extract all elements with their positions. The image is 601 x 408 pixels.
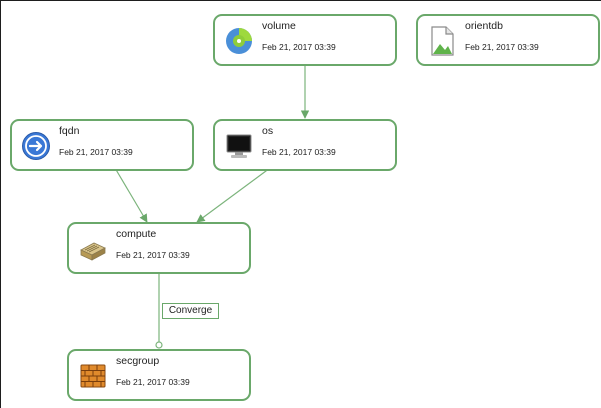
arrow-circle-icon bbox=[22, 132, 50, 160]
firewall-icon bbox=[80, 364, 106, 388]
node-date: Feb 21, 2017 03:39 bbox=[116, 250, 190, 260]
node-name: compute bbox=[116, 228, 157, 240]
document-image-icon bbox=[431, 26, 454, 56]
node-date: Feb 21, 2017 03:39 bbox=[59, 147, 133, 157]
node-date: Feb 21, 2017 03:39 bbox=[465, 42, 539, 52]
node-date: Feb 21, 2017 03:39 bbox=[262, 42, 336, 52]
edge-end-marker bbox=[155, 341, 163, 349]
node-date: Feb 21, 2017 03:39 bbox=[262, 147, 336, 157]
server-icon bbox=[80, 242, 106, 261]
edge-label-converge[interactable]: Converge bbox=[162, 303, 219, 319]
monitor-icon bbox=[226, 134, 252, 158]
node-os[interactable]: os Feb 21, 2017 03:39 bbox=[213, 119, 397, 171]
node-fqdn[interactable]: fqdn Feb 21, 2017 03:39 bbox=[10, 119, 194, 171]
node-volume[interactable]: volume Feb 21, 2017 03:39 bbox=[213, 14, 397, 66]
node-orientdb[interactable]: orientdb Feb 21, 2017 03:39 bbox=[416, 14, 600, 66]
node-name: fqdn bbox=[59, 125, 80, 137]
node-date: Feb 21, 2017 03:39 bbox=[116, 377, 190, 387]
node-name: orientdb bbox=[465, 20, 503, 32]
node-name: secgroup bbox=[116, 355, 160, 367]
edge-os-compute bbox=[196, 167, 271, 223]
node-name: os bbox=[262, 125, 274, 137]
edge-fqdn-compute bbox=[114, 167, 148, 223]
node-name: volume bbox=[262, 20, 296, 32]
node-secgroup[interactable]: secgroup Feb 21, 2017 03:39 bbox=[67, 349, 251, 401]
node-compute[interactable]: compute Feb 21, 2017 03:39 bbox=[67, 222, 251, 274]
volume-disk-icon bbox=[226, 28, 252, 54]
